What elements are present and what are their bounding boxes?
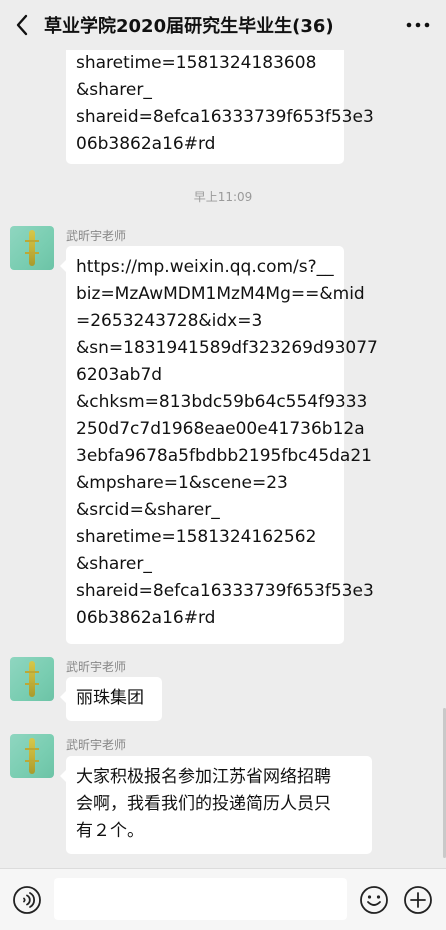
avatar[interactable] (10, 657, 54, 701)
sender-name: 武昕宇老师 (66, 660, 127, 674)
plus-button[interactable] (403, 885, 433, 915)
input-bar (0, 868, 446, 930)
chevron-left-icon (16, 14, 28, 36)
emoji-icon (360, 886, 388, 914)
message-input[interactable] (54, 878, 347, 920)
sender-name: 武昕宇老师 (66, 229, 127, 243)
avatar[interactable] (10, 226, 54, 270)
chat-title: 草业学院2020届研究生毕业生(36) (44, 16, 334, 37)
message-timestamp: 早上11:09 (193, 190, 253, 204)
more-icon (406, 22, 430, 28)
message-bubble[interactable]: sharetime=1581324183608 &sharer_ shareid… (66, 50, 374, 164)
chat-screen: 草业学院2020届研究生毕业生(36) sharetime=1581324183… (0, 0, 446, 930)
chat-header: 草业学院2020届研究生毕业生(36) (0, 0, 446, 50)
sender-name: 武昕宇老师 (66, 738, 127, 752)
back-button[interactable] (2, 0, 42, 50)
voice-button[interactable] (12, 885, 42, 915)
emoji-button[interactable] (359, 885, 389, 915)
avatar[interactable] (10, 734, 54, 778)
more-button[interactable] (404, 11, 432, 39)
message-bubble[interactable]: 丽珠集团 (60, 677, 162, 721)
voice-icon (13, 886, 41, 914)
message-bubble[interactable]: https://mp.weixin.qq.com/s?__ biz=MzAwMD… (60, 246, 378, 644)
message-bubble[interactable]: 大家积极报名参加江苏省网络招聘 会啊，我看我们的投递简历人员只 有２个。 (60, 756, 372, 854)
plus-icon (404, 886, 432, 914)
message-list[interactable]: sharetime=1581324183608 &sharer_ shareid… (0, 50, 446, 868)
